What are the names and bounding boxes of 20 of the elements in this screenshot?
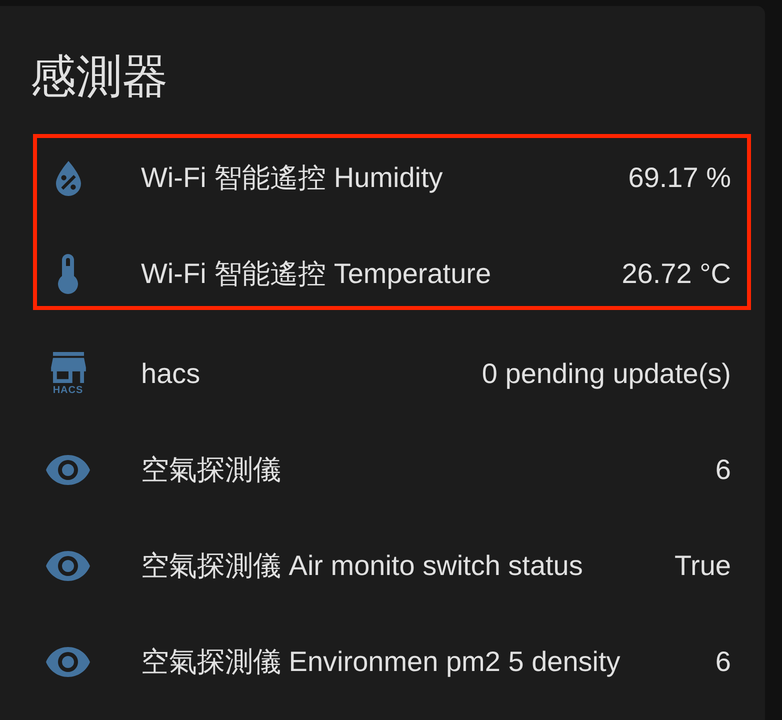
entity-state: 6 [715,453,731,488]
eye-icon [46,647,90,678]
eye-icon [46,551,90,582]
entity-state: 26.72 °C [622,257,731,292]
entity-name[interactable]: 空氣探測儀 Environmen pm2 5 density [141,641,620,684]
entity-state: 69.17 % [628,161,731,196]
entity-name[interactable]: hacs [141,353,200,396]
entity-state: True [674,549,731,584]
storefront-icon [50,352,86,384]
entity-state: 0 pending update(s) [482,357,731,392]
water-drop-icon [56,160,80,196]
eye-icon [46,455,90,486]
thermometer-icon [58,254,78,294]
card-title: 感測器 [30,49,169,104]
icon-caption: HACS [52,386,84,396]
entity-name[interactable]: 空氣探測儀 Air monito switch status [141,545,583,588]
entity-name[interactable]: Wi-Fi 智能遙控 Humidity [141,157,443,200]
entity-name[interactable]: 空氣探測儀 [141,449,281,492]
entity-state: 6 [715,645,731,680]
entity-name[interactable]: Wi-Fi 智能遙控 Temperature [141,253,492,296]
